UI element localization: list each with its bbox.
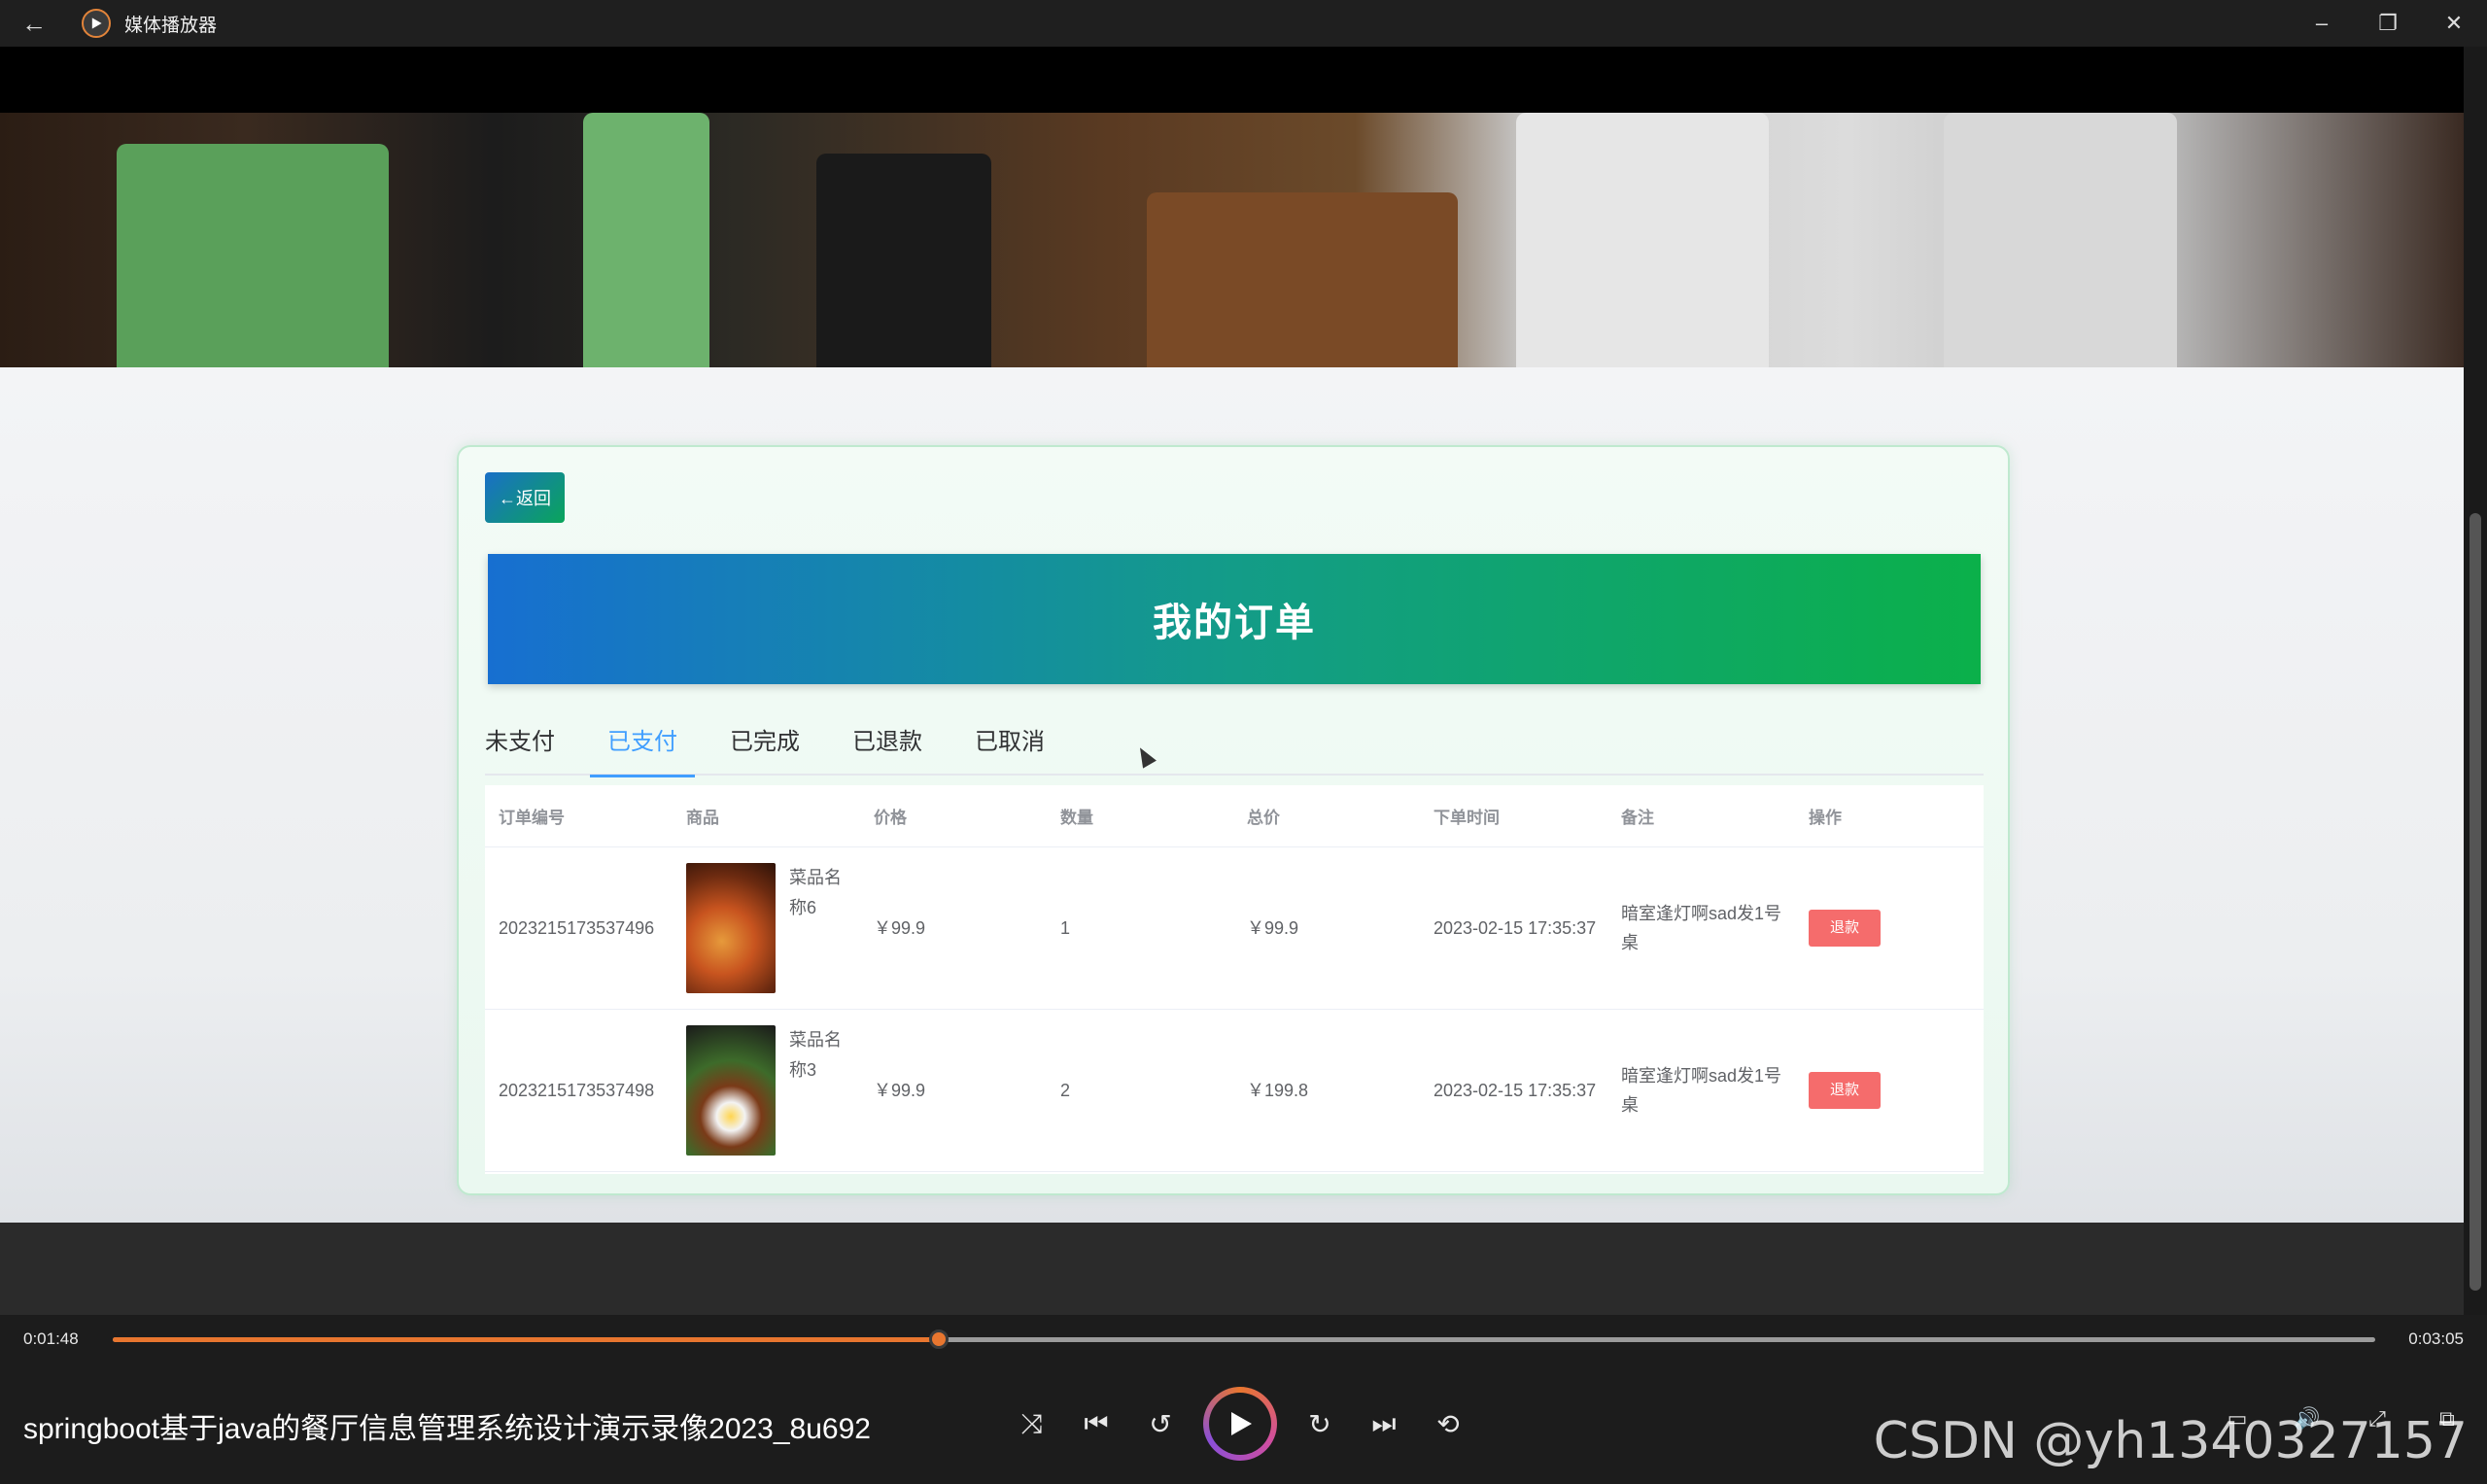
- rewind-10-icon[interactable]: ↺: [1139, 1402, 1182, 1445]
- column-header: 备注: [1621, 809, 1654, 827]
- repeat-off-icon[interactable]: ⟲: [1427, 1402, 1469, 1445]
- column-header: 价格: [874, 809, 907, 827]
- table-header: 订单编号 商品 价格 数量 总价 下单时间 备注 操作: [485, 785, 1984, 847]
- order-card: ←返回 我的订单 未支付 已支付 已完成 已退款 已取消 订单编号 商品 价格 …: [457, 445, 2010, 1195]
- current-time: 0:01:48: [23, 1329, 79, 1348]
- minimize-icon[interactable]: –: [2289, 0, 2355, 47]
- table-row: 2023215173537498 菜品名称3 ￥99.9 2 ￥199.8 20…: [485, 1010, 1984, 1172]
- previous-icon[interactable]: ⏮: [1075, 1402, 1118, 1445]
- tab-completed[interactable]: 已完成: [730, 719, 800, 776]
- refund-button[interactable]: 退款: [1809, 1072, 1881, 1109]
- video-frame[interactable]: ←返回 我的订单 未支付 已支付 已完成 已退款 已取消 订单编号 商品 价格 …: [0, 47, 2464, 1315]
- dish-image: [686, 863, 776, 993]
- seek-handle[interactable]: [929, 1329, 950, 1349]
- order-time: 2023-02-15 17:35:37: [1433, 1081, 1597, 1100]
- tab-refunded[interactable]: 已退款: [852, 719, 922, 776]
- order-number: 2023215173537498: [499, 1081, 655, 1100]
- window-title: 媒体播放器: [124, 15, 218, 36]
- csdn-watermark: CSDN @yh1340327157: [1873, 1412, 2468, 1470]
- quantity: 1: [1060, 918, 1071, 938]
- goods-cell: 菜品名称3: [673, 1025, 860, 1156]
- column-header: 订单编号: [499, 809, 565, 827]
- price: ￥99.9: [874, 1081, 926, 1100]
- title-bar: ← 媒体播放器 – ❐ ✕: [0, 0, 2487, 47]
- play-icon: [1231, 1412, 1252, 1435]
- playback-controls: springboot基于java的餐厅信息管理系统设计演示录像2023_8u69…: [0, 1363, 2487, 1484]
- seek-bar-area: 0:01:48 0:03:05: [0, 1315, 2487, 1363]
- shuffle-icon[interactable]: ⤨: [1011, 1402, 1054, 1445]
- column-header: 操作: [1809, 809, 1842, 827]
- column-header: 商品: [686, 809, 719, 827]
- column-header: 下单时间: [1433, 809, 1500, 827]
- order-status-tabs: 未支付 已支付 已完成 已退款 已取消: [485, 719, 1984, 777]
- dish-name: 菜品名称3: [789, 1030, 842, 1080]
- play-button[interactable]: [1203, 1387, 1277, 1461]
- close-icon[interactable]: ✕: [2421, 0, 2487, 47]
- total-price: ￥99.9: [1247, 918, 1299, 938]
- column-header: 总价: [1247, 809, 1280, 827]
- scrollbar-thumb[interactable]: [2470, 513, 2481, 1291]
- column-header: 数量: [1060, 809, 1093, 827]
- media-player-window: ← 媒体播放器 – ❐ ✕ ←返回 我的订单 未支付 已支付 已完成 已退款 已…: [0, 0, 2487, 1484]
- page-heading-banner: 我的订单: [488, 554, 1981, 684]
- back-button[interactable]: ←返回: [485, 472, 565, 523]
- video-title: springboot基于java的餐厅信息管理系统设计演示录像2023_8u69…: [23, 1413, 871, 1445]
- carousel-banner: [0, 113, 2464, 367]
- seek-progress: [113, 1337, 940, 1342]
- tab-cancelled[interactable]: 已取消: [975, 719, 1045, 776]
- page-title: 我的订单: [1153, 602, 1316, 644]
- order-note: 暗室逢灯啊sad发1号桌: [1621, 1066, 1782, 1115]
- restore-icon[interactable]: ❐: [2355, 0, 2421, 47]
- action-cell: 退款: [1795, 1072, 1984, 1109]
- action-cell: 退款: [1795, 910, 1984, 947]
- forward-30-icon[interactable]: ↻: [1298, 1402, 1341, 1445]
- media-player-logo-icon: [82, 9, 111, 38]
- tab-paid[interactable]: 已支付: [590, 719, 695, 777]
- quantity: 2: [1060, 1081, 1071, 1100]
- table-row: 2023215173537496 菜品名称6 ￥99.9 1 ￥99.9 202…: [485, 847, 1984, 1010]
- vertical-scrollbar[interactable]: [2464, 47, 2487, 1315]
- video-letterbox: [0, 1223, 2464, 1315]
- order-number: 2023215173537496: [499, 918, 655, 938]
- order-note: 暗室逢灯啊sad发1号桌: [1621, 904, 1782, 952]
- next-icon[interactable]: ⏭: [1363, 1402, 1405, 1445]
- refund-button[interactable]: 退款: [1809, 910, 1881, 947]
- tab-unpaid[interactable]: 未支付: [485, 719, 555, 776]
- back-arrow-icon[interactable]: ←: [0, 0, 68, 47]
- orders-table: 订单编号 商品 价格 数量 总价 下单时间 备注 操作 202321517353…: [485, 785, 1984, 1174]
- seek-track[interactable]: [113, 1329, 2375, 1349]
- total-price: ￥199.8: [1247, 1081, 1309, 1100]
- dish-image: [686, 1025, 776, 1156]
- goods-cell: 菜品名称6: [673, 863, 860, 993]
- total-time: 0:03:05: [2408, 1329, 2464, 1348]
- order-time: 2023-02-15 17:35:37: [1433, 918, 1597, 938]
- dish-name: 菜品名称6: [789, 868, 842, 917]
- price: ￥99.9: [874, 918, 926, 938]
